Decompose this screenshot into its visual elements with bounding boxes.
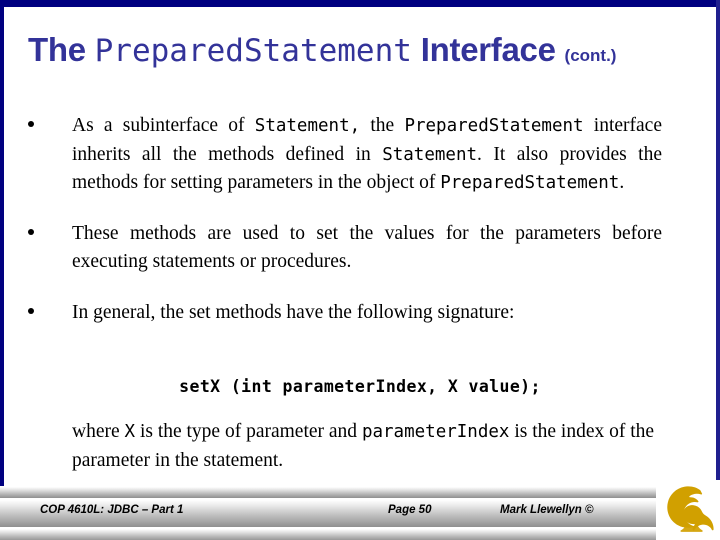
bullet-item: These methods are used to set the values… (0, 220, 720, 277)
bullet-text: In general, the set methods have the fol… (72, 299, 662, 328)
slide-body: As a subinterface of Statement, the Prep… (0, 112, 720, 349)
inline-code: PreparedStatement (440, 173, 620, 193)
method-signature-code: setX (int parameterIndex, X value); (179, 377, 541, 396)
title-lead: The (28, 31, 95, 68)
inline-text: In general, the set methods have the fol… (72, 301, 515, 323)
slide-title: The PreparedStatement Interface (cont.) (28, 28, 708, 74)
inline-text: As a subinterface of (72, 115, 255, 136)
slide-border-top (0, 0, 720, 7)
inline-code: parameterIndex (361, 422, 510, 442)
title-continuation-marker: (cont.) (564, 46, 617, 65)
inline-text: These methods are used to set the values… (72, 222, 662, 273)
footer-page-number: Page 50 (388, 504, 432, 516)
closing-paragraph: where X is the type of parameter and par… (72, 418, 662, 475)
bullet-dot-icon (28, 307, 34, 314)
bullet-dot-icon (28, 228, 34, 235)
bullet-text: These methods are used to set the values… (72, 220, 662, 277)
slide-footer: COP 4610L: JDBC – Part 1 Page 50 Mark Ll… (0, 480, 720, 540)
slide-canvas: The PreparedStatement Interface (cont.) … (0, 0, 720, 540)
footer-bar-lower (0, 528, 720, 540)
inline-code: X (124, 422, 136, 442)
inline-text: the (360, 115, 405, 136)
inline-code: Statement (382, 144, 478, 165)
bullet-text: As a subinterface of Statement, the Prep… (72, 112, 662, 198)
ucf-pegasus-logo-icon (656, 480, 720, 540)
inline-text: is the type of parameter and (135, 421, 362, 442)
inline-code: Statement, (254, 116, 361, 136)
inline-text: where (72, 421, 125, 442)
footer-course-label: COP 4610L: JDBC – Part 1 (40, 504, 184, 516)
title-tail: Interface (411, 31, 565, 68)
inline-code: PreparedStatement (404, 116, 584, 136)
footer-author-credit: Mark Llewellyn © (500, 504, 594, 516)
bullet-item: As a subinterface of Statement, the Prep… (0, 112, 720, 198)
inline-text: . (619, 172, 625, 193)
bullet-dot-icon (28, 121, 34, 127)
title-code-term: PreparedStatement (94, 33, 412, 69)
footer-bar-upper (0, 486, 720, 498)
bullet-item: In general, the set methods have the fol… (0, 299, 720, 328)
